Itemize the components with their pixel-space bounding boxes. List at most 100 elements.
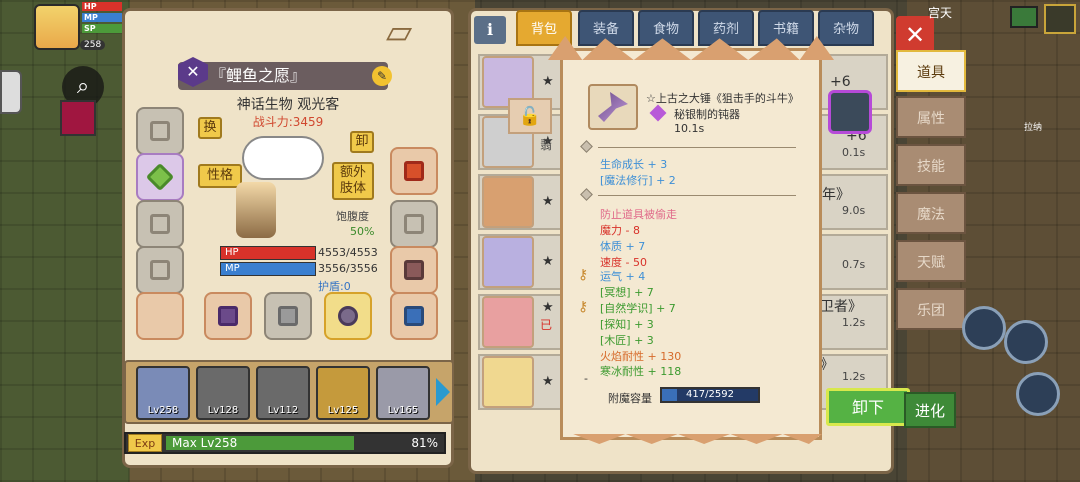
guild-banner-icon[interactable] (60, 100, 96, 136)
side-tab-items[interactable]: 道具 (896, 50, 966, 92)
row-extra-6: 》 (820, 357, 834, 373)
player-stat-bars: HP MP SP (82, 2, 122, 35)
map-toggle-icon[interactable] (1044, 4, 1076, 34)
tooltip-line: 防止道具被偷走 (600, 208, 677, 221)
row-time-2: 0.1s (842, 146, 866, 159)
tab-potions[interactable]: 药剂 (698, 10, 754, 46)
side-tab-skills[interactable]: 技能 (896, 144, 966, 186)
row-time-6: 1.2s (842, 370, 866, 383)
player-portrait[interactable] (34, 4, 80, 50)
rename-icon[interactable]: ✎ (372, 66, 392, 86)
row-star-4: ★ (542, 254, 554, 269)
item-icon-6[interactable] (482, 356, 534, 408)
tooltip-divider (598, 147, 796, 148)
side-tab-attributes[interactable]: 属性 (896, 96, 966, 138)
enchant-capacity-label: 附魔容量 (608, 392, 652, 405)
info-button[interactable]: i (474, 16, 506, 44)
row-star-6: ★ (542, 374, 554, 389)
exp-tag: Exp (128, 434, 162, 452)
mp-bar: MP (220, 262, 316, 276)
row-star-5: ★ (542, 300, 554, 315)
row-star-3: ★ (542, 194, 554, 209)
player-level-badge: 258 (80, 40, 106, 50)
item-icon-3[interactable] (482, 176, 534, 228)
swap-button[interactable]: 换 (198, 117, 222, 139)
tooltip-line: 运气 + 4 (600, 270, 646, 283)
row-extra-1: +6 (830, 74, 851, 90)
tooltip-line: [木匠] + 3 (600, 334, 654, 347)
party-member-1[interactable]: Lv258 (136, 366, 190, 420)
row-star-1: ★ (542, 74, 554, 89)
tab-misc[interactable]: 杂物 (818, 10, 874, 46)
hanger-icon[interactable]: ⏥ (386, 12, 412, 52)
close-icon[interactable]: ✕ (896, 16, 934, 54)
party-next-arrow-icon[interactable] (436, 378, 450, 406)
equip-slot-2[interactable] (136, 153, 184, 201)
equip-slot-stone[interactable] (324, 292, 372, 340)
equip-slot-5[interactable] (136, 292, 184, 340)
row-partial-text-2: 已 (540, 318, 553, 332)
hammer-icon (588, 84, 638, 130)
party-member-5[interactable]: Lv165 (376, 366, 430, 420)
equip-slot-grey-hammer[interactable] (264, 292, 312, 340)
lock-icon[interactable]: 🔓 (508, 98, 552, 134)
row-partial-text-1: 翡 (540, 138, 553, 152)
row-extra-3: 年》 (822, 187, 850, 203)
row-time-4: 0.7s (842, 258, 866, 271)
experience-bar: Exp Max Lv258 81% (124, 432, 446, 454)
satiety-label: 饱腹度 (336, 210, 369, 223)
equip-slot-boots[interactable] (390, 246, 438, 294)
round-action-button-3[interactable] (1016, 372, 1060, 416)
party-member-4[interactable]: Lv125 (316, 366, 370, 420)
mp-value: 3556/3556 (318, 262, 378, 275)
tooltip-line: [魔法修行] + 2 (600, 174, 676, 187)
party-member-3[interactable]: Lv112 (256, 366, 310, 420)
party-member-2[interactable]: Lv128 (196, 366, 250, 420)
enchant-capacity-bar: 417/2592 (660, 387, 760, 403)
item-icon-4[interactable] (482, 236, 534, 288)
equip-slot-4[interactable] (136, 246, 184, 294)
round-action-button-2[interactable] (1004, 320, 1048, 364)
equip-slot-1[interactable] (136, 107, 184, 155)
side-tab-talent[interactable]: 天赋 (896, 240, 966, 282)
top-right-label: 宫天 (928, 6, 953, 20)
equip-slot-flame[interactable] (390, 147, 438, 195)
key-icon: ⚷ (578, 267, 589, 283)
satiety-value: 50% (350, 225, 375, 238)
shield-value: 护盾:0 (318, 280, 351, 293)
tooltip-line: [冥想] + 7 (600, 286, 654, 299)
extra-limb-button[interactable]: 额外 肢体 (332, 162, 374, 200)
row-extra-5: 卫者》 (820, 299, 862, 315)
side-tab-magic[interactable]: 魔法 (896, 192, 966, 234)
tooltip-line: 火焰耐性 + 130 (600, 350, 682, 363)
tooltip-line: [探知] + 3 (600, 318, 654, 331)
hud-hp-bar: HP (82, 2, 122, 11)
network-icon (1010, 6, 1038, 28)
equip-slot-7[interactable] (390, 292, 438, 340)
round-action-button-1[interactable] (962, 306, 1006, 350)
hp-value: 4553/4553 (318, 246, 378, 259)
enchant-capacity-value: 417/2592 (686, 389, 734, 400)
side-drawer-handle[interactable] (0, 70, 22, 114)
key-icon: ⚷ (578, 299, 589, 315)
empty-enchant-slot[interactable] (828, 90, 872, 134)
item-icon-5[interactable] (482, 296, 534, 348)
equip-slot-hammer[interactable] (204, 292, 252, 340)
character-avatar[interactable] (190, 140, 310, 250)
tooltip-line: 魔力 - 8 (600, 224, 640, 237)
equip-slot-6[interactable] (390, 200, 438, 248)
tooltip-dash: - (584, 372, 588, 385)
evolve-button[interactable]: 进化 (904, 392, 956, 428)
unequip-button[interactable]: 卸下 (826, 388, 910, 426)
tooltip-title: ☆上古之大锤《狙击手的斗牛》 (646, 92, 799, 105)
side-tab-band[interactable]: 乐团 (896, 288, 966, 330)
storage-label: 拉纳 (1024, 123, 1043, 133)
tab-books[interactable]: 书籍 (758, 10, 814, 46)
equip-slot-3[interactable] (136, 200, 184, 248)
tooltip-material: 秘银制的钝器 (674, 108, 740, 121)
tab-food[interactable]: 食物 (638, 10, 694, 46)
character-name-bar: 『鲤鱼之愿』 (178, 62, 388, 90)
row-time-3: 9.0s (842, 204, 866, 217)
unequip-small-button[interactable]: 卸 (350, 131, 374, 153)
tooltip-line: 寒冰耐性 + 118 (600, 365, 682, 378)
